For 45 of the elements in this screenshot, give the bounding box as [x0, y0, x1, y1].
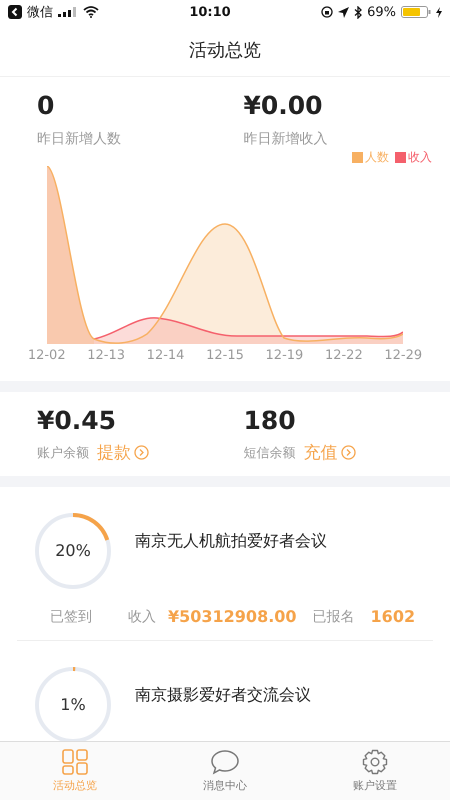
balance-value: ¥0.45: [37, 406, 118, 435]
axis-label: 12-29: [383, 348, 424, 363]
income-value: ¥50312908.00: [168, 607, 297, 626]
back-label[interactable]: 微信: [27, 3, 53, 21]
axis-label: 12-13: [86, 348, 126, 363]
stat-label: 昨日新增人数: [37, 130, 122, 148]
stat-value: ¥0.00: [244, 91, 324, 120]
page-title: 活动总览: [189, 39, 261, 62]
clock-time: 10:10: [189, 4, 231, 20]
progress-percent: 1%: [59, 695, 87, 714]
axis-label: 12-19: [264, 348, 304, 363]
income-label: 收入: [128, 608, 156, 626]
progress-percent: 20%: [54, 541, 92, 560]
legend-label: 人数: [365, 148, 389, 166]
charging-icon: [436, 6, 442, 18]
chevron-circle-icon: [340, 445, 356, 460]
axis-label: 12-22: [324, 348, 364, 363]
checked-in-label: 已签到: [50, 608, 92, 626]
chat-bubble-icon: [211, 749, 239, 775]
axis-label: 12-14: [146, 348, 186, 363]
signed-up-count: 1602: [370, 607, 416, 626]
axis-label: 12-15: [205, 348, 245, 363]
back-icon[interactable]: [8, 5, 22, 19]
rotation-lock-icon: [321, 6, 334, 18]
tab[interactable]: 账户设置: [300, 742, 450, 800]
balance-label: 账户余额: [37, 444, 89, 462]
location-icon: [338, 6, 350, 18]
signed-up-label: 已报名: [312, 608, 355, 626]
wifi-icon: [83, 6, 99, 18]
balance-label: 短信余额: [244, 444, 296, 462]
legend-label: 收入: [408, 148, 432, 166]
chevron-circle-icon: [134, 445, 149, 460]
battery-percent: 69%: [367, 4, 396, 20]
signal-icon: [58, 7, 78, 17]
balance-value: 180: [244, 406, 297, 435]
event-name[interactable]: 南京无人机航拍爱好者会议: [135, 531, 327, 552]
stat-label: 昨日新增收入: [244, 130, 328, 148]
tab[interactable]: 消息中心: [150, 742, 300, 800]
event-name[interactable]: 南京摄影爱好者交流会议: [135, 685, 311, 706]
grid-icon: [62, 749, 88, 775]
settings-icon: [362, 749, 388, 775]
stat-value: 0: [37, 91, 56, 120]
bluetooth-icon: [354, 6, 362, 18]
battery-icon: [400, 6, 431, 18]
axis-label: 12-02: [26, 348, 67, 363]
